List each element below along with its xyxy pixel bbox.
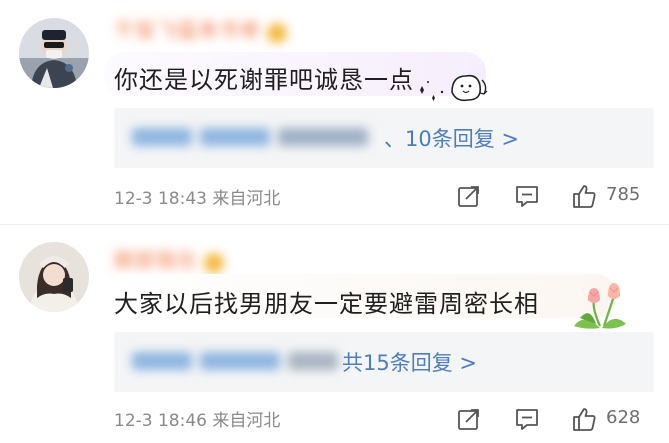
share-icon[interactable]	[456, 406, 482, 432]
view-replies-link[interactable]: 共15条回复 >	[342, 347, 477, 377]
avatar-user-woman-icon	[19, 242, 89, 312]
member-badge-icon	[267, 22, 287, 43]
like-icon[interactable]	[571, 406, 597, 432]
like-count: 628	[606, 407, 641, 428]
comment-icon[interactable]	[514, 406, 540, 432]
replies-box[interactable]: 共15条回复 >	[114, 332, 654, 392]
view-replies-link[interactable]: 、10条回复 >	[384, 123, 519, 153]
share-icon[interactable]	[456, 183, 482, 209]
comment-item: 干饭飞猛来书单 你还是以死谢罪吧诚恳一点 、10条回复 > 12-3 18:43…	[0, 0, 669, 225]
comment-actions: 628	[0, 404, 669, 434]
divider	[0, 224, 669, 225]
avatar[interactable]	[19, 242, 89, 312]
comment-item: 脚部我在 大家以后找男朋友一定要避雷周密长相 共15条回复 > 12-3 18:…	[0, 228, 669, 443]
avatar[interactable]	[19, 18, 89, 88]
replies-box[interactable]: 、10条回复 >	[114, 108, 654, 168]
comment-text: 你还是以死谢罪吧诚恳一点	[114, 66, 414, 94]
comment-text: 大家以后找男朋友一定要避雷周密长相	[114, 290, 539, 318]
reply-preview-blurred	[132, 126, 382, 150]
avatar-user-mask-icon	[19, 18, 89, 88]
username[interactable]: 脚部我在	[114, 244, 304, 273]
like-icon[interactable]	[571, 183, 597, 209]
cute-blob-sticker-icon	[420, 74, 488, 102]
username[interactable]: 干饭飞猛来书单	[114, 14, 304, 43]
like-count: 785	[606, 184, 641, 205]
comment-actions: 785	[0, 181, 669, 211]
comment-icon[interactable]	[514, 183, 540, 209]
tulip-flowers-sticker-icon	[574, 283, 626, 329]
member-badge-icon	[204, 252, 224, 273]
